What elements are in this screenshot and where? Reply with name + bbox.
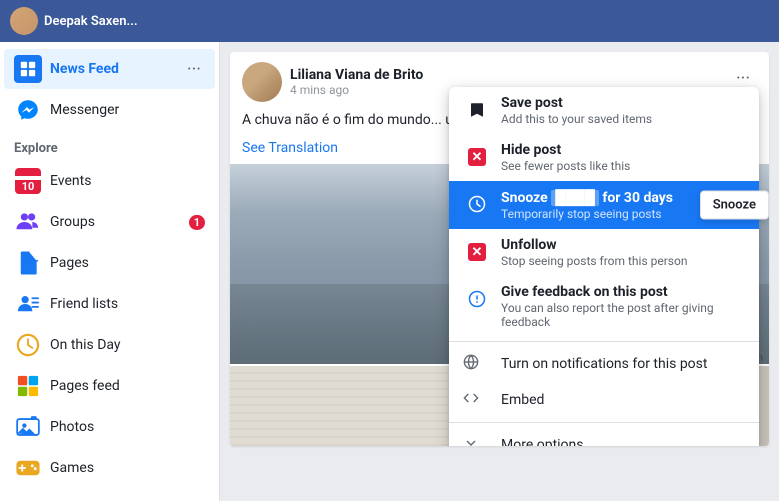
menu-divider-2 — [449, 422, 759, 423]
unfollow-icon: ✕ — [463, 238, 491, 266]
events-badge-num: 10 — [22, 181, 35, 194]
avatar — [10, 7, 38, 35]
menu-item-feedback[interactable]: Give feedback on this post You can also … — [449, 276, 759, 337]
code-icon — [463, 390, 491, 410]
explore-title: Explore — [0, 131, 219, 160]
hide-icon: ✕ — [463, 143, 491, 171]
groups-label: Groups — [50, 214, 189, 230]
embed-label: Embed — [501, 392, 544, 408]
unfollow-content: Unfollow Stop seeing posts from this per… — [501, 237, 745, 268]
save-post-subtitle: Add this to your saved items — [501, 112, 745, 126]
unfollow-subtitle: Stop seeing posts from this person — [501, 254, 745, 268]
events-label: Events — [50, 173, 205, 189]
games-label: Games — [50, 460, 205, 476]
feedback-icon — [463, 285, 491, 313]
news-feed-label: News Feed — [50, 61, 183, 77]
sidebar: News Feed ··· Messenger Explore 10 Event… — [0, 42, 220, 501]
friend-lists-icon — [14, 290, 42, 318]
main-layout: News Feed ··· Messenger Explore 10 Event… — [0, 42, 779, 501]
menu-item-hide-post[interactable]: ✕ Hide post See fewer posts like this — [449, 134, 759, 181]
hide-post-subtitle: See fewer posts like this — [501, 159, 745, 173]
snooze-tooltip: Snooze — [700, 191, 769, 220]
sidebar-item-news-feed[interactable]: News Feed ··· — [4, 49, 215, 89]
sidebar-item-pages[interactable]: Pages — [4, 243, 215, 283]
friend-lists-label: Friend lists — [50, 296, 205, 312]
pages-feed-label: Pages feed — [50, 378, 205, 394]
menu-item-embed[interactable]: Embed — [449, 382, 759, 418]
feedback-subtitle: You can also report the post after givin… — [501, 301, 745, 329]
sidebar-item-pages-feed[interactable]: Pages feed — [4, 366, 215, 406]
sidebar-item-photos[interactable]: Photos — [4, 407, 215, 447]
hide-post-content: Hide post See fewer posts like this — [501, 142, 745, 173]
messenger-icon — [14, 96, 42, 124]
more-options-label: More options — [501, 437, 584, 446]
pages-icon — [14, 249, 42, 277]
post-avatar — [242, 62, 282, 102]
pages-feed-icon — [14, 372, 42, 400]
unfollow-title: Unfollow — [501, 237, 745, 253]
groups-badge: 1 — [189, 215, 205, 230]
events-icon: 10 — [14, 167, 42, 195]
menu-item-snooze[interactable]: Snooze ████ for 30 days Temporarily stop… — [449, 181, 759, 229]
menu-item-unfollow[interactable]: ✕ Unfollow Stop seeing posts from this p… — [449, 229, 759, 276]
sidebar-item-find-friends[interactable]: Find Friends — [4, 489, 215, 501]
feedback-title: Give feedback on this post — [501, 284, 745, 300]
notifications-label: Turn on notifications for this post — [501, 356, 707, 372]
content-area: Liliana Viana de Brito 4 mins ago ··· A … — [220, 42, 779, 501]
topbar-user[interactable]: Deepak Saxen... — [10, 7, 138, 35]
save-post-title: Save post — [501, 95, 745, 111]
menu-item-notifications[interactable]: Turn on notifications for this post — [449, 346, 759, 382]
groups-icon — [14, 208, 42, 236]
pages-label: Pages — [50, 255, 205, 271]
topbar: Deepak Saxen... — [0, 0, 779, 42]
on-this-day-label: On this Day — [50, 337, 205, 353]
post-time: 4 mins ago — [290, 83, 423, 97]
menu-divider-1 — [449, 341, 759, 342]
post-wrapper: Liliana Viana de Brito 4 mins ago ··· A … — [220, 52, 779, 446]
menu-item-save-post[interactable]: Save post Add this to your saved items — [449, 87, 759, 134]
save-post-content: Save post Add this to your saved items — [501, 95, 745, 126]
post-dropdown-menu: Save post Add this to your saved items ✕… — [449, 87, 759, 446]
post-author: Liliana Viana de Brito — [290, 67, 423, 83]
photos-label: Photos — [50, 419, 205, 435]
sidebar-item-events[interactable]: 10 Events — [4, 161, 215, 201]
sidebar-item-games[interactable]: Games — [4, 448, 215, 488]
menu-item-more-options[interactable]: More options — [449, 427, 759, 446]
chevron-down-icon — [463, 435, 491, 446]
find-friends-icon — [14, 495, 42, 501]
on-this-day-icon — [14, 331, 42, 359]
snooze-icon — [463, 190, 491, 218]
globe-icon — [463, 354, 491, 374]
hide-post-title: Hide post — [501, 142, 745, 158]
sidebar-item-friend-lists[interactable]: Friend lists — [4, 284, 215, 324]
news-feed-menu[interactable]: ··· — [183, 57, 205, 82]
sidebar-item-groups[interactable]: Groups 1 — [4, 202, 215, 242]
photos-icon — [14, 413, 42, 441]
messenger-label: Messenger — [50, 102, 205, 118]
sidebar-item-messenger[interactable]: Messenger — [4, 90, 215, 130]
topbar-username: Deepak Saxen... — [44, 14, 138, 29]
sidebar-item-on-this-day[interactable]: On this Day — [4, 325, 215, 365]
games-icon — [14, 454, 42, 482]
feedback-content: Give feedback on this post You can also … — [501, 284, 745, 329]
post-card: Liliana Viana de Brito 4 mins ago ··· A … — [230, 52, 769, 446]
news-feed-icon — [14, 55, 42, 83]
bookmark-icon — [463, 96, 491, 124]
